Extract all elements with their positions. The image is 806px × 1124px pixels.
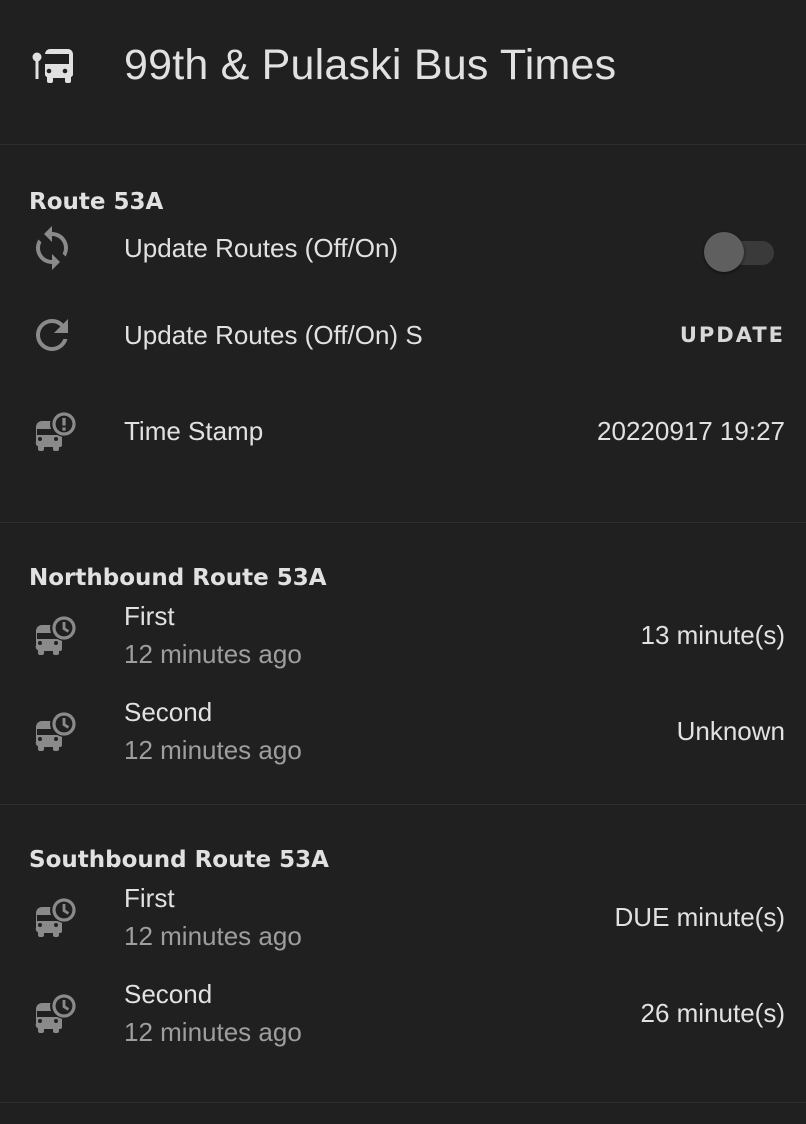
bus-stop-icon	[28, 41, 76, 89]
southbound-second-value: 26 minute(s)	[640, 997, 786, 1028]
northbound-section: Northbound Route 53A First 12 minutes ag…	[0, 523, 806, 805]
card-header: 99th & Pulaski Bus Times	[0, 0, 806, 145]
southbound-section: Southbound Route 53A First 12 minutes ag…	[0, 805, 806, 1103]
update-routes-toggle[interactable]	[704, 228, 776, 272]
northbound-row-first: First 12 minutes ago 13 minute(s)	[0, 587, 806, 683]
update-button[interactable]: UPDATE	[680, 323, 785, 347]
section-title-southbound: Southbound Route 53A	[29, 847, 329, 873]
bus-clock-icon	[28, 611, 76, 659]
southbound-first-value: DUE minute(s)	[614, 901, 785, 932]
route-section: Route 53A Update Routes (Off/On) Update …	[0, 145, 806, 523]
row-title: First	[124, 601, 175, 631]
southbound-second-label: Second 12 minutes ago	[124, 979, 302, 1047]
refresh-icon	[28, 311, 76, 359]
timestamp-label: Time Stamp	[124, 415, 264, 446]
toggle-label: Update Routes (Off/On)	[124, 232, 399, 263]
row-title: Second	[124, 979, 213, 1009]
southbound-row-second: Second 12 minutes ago 26 minute(s)	[0, 965, 806, 1061]
bus-alert-icon	[28, 407, 76, 455]
row-secondary: 12 minutes ago	[124, 639, 302, 669]
row-secondary: 12 minutes ago	[124, 735, 302, 765]
toggle-row: Update Routes (Off/On)	[0, 209, 806, 287]
sync-icon	[28, 224, 76, 272]
northbound-first-label: First 12 minutes ago	[124, 601, 302, 669]
southbound-row-first: First 12 minutes ago DUE minute(s)	[0, 869, 806, 965]
row-secondary: 12 minutes ago	[124, 1017, 302, 1047]
row-secondary: 12 minutes ago	[124, 921, 302, 951]
northbound-row-second: Second 12 minutes ago Unknown	[0, 683, 806, 779]
bus-clock-icon	[28, 893, 76, 941]
bus-times-card: 99th & Pulaski Bus Times Route 53A Updat…	[0, 0, 806, 1124]
row-title: First	[124, 883, 175, 913]
bus-clock-icon	[28, 707, 76, 755]
bus-clock-icon	[28, 989, 76, 1037]
card-title: 99th & Pulaski Bus Times	[124, 40, 617, 89]
toggle-knob	[704, 232, 744, 272]
row-title: Second	[124, 697, 213, 727]
script-label: Update Routes (Off/On) S	[124, 319, 423, 350]
timestamp-value: 20220917 19:27	[597, 415, 785, 446]
northbound-first-value: 13 minute(s)	[640, 619, 786, 650]
section-title-route: Route 53A	[29, 189, 164, 215]
northbound-second-value: Unknown	[676, 715, 785, 746]
timestamp-row: Time Stamp 20220917 19:27	[0, 383, 806, 479]
section-title-northbound: Northbound Route 53A	[29, 565, 327, 591]
southbound-first-label: First 12 minutes ago	[124, 883, 302, 951]
northbound-second-label: Second 12 minutes ago	[124, 697, 302, 765]
script-row: Update Routes (Off/On) S UPDATE	[0, 287, 806, 383]
